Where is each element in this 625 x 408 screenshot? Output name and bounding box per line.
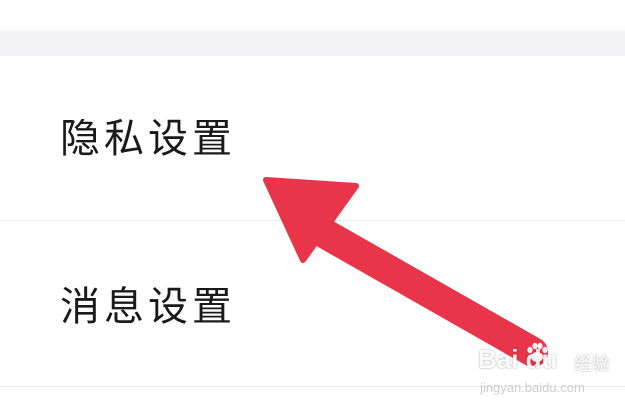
watermark-url: jingyan.baidu.com [480,380,585,395]
top-list-area [0,0,625,30]
baidu-jingyan-watermark: Bai du 经验 jingyan.baidu.com [478,340,618,404]
section-separator [0,30,625,56]
settings-item-privacy[interactable]: 隐私设置 [0,56,625,220]
paw-icon [527,342,548,362]
settings-item-label: 隐私设置 [60,116,236,162]
settings-item-label: 消息设置 [60,284,236,330]
watermark-subtitle: 经验 [574,354,610,375]
